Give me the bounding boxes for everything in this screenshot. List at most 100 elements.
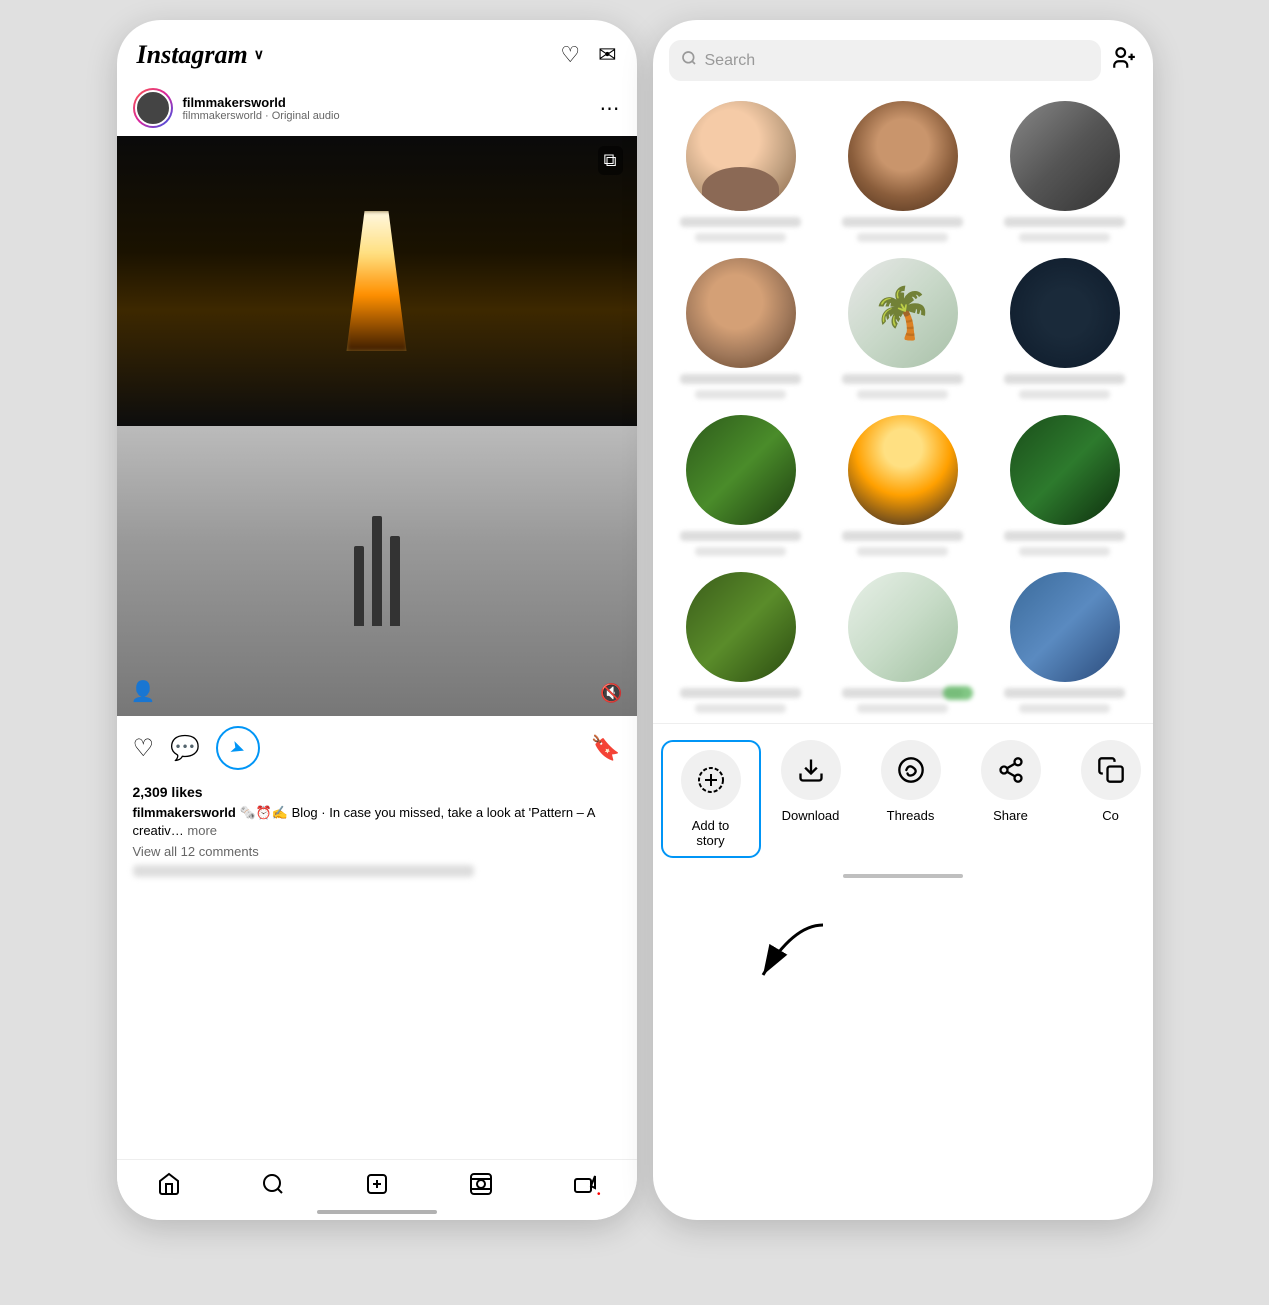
list-item[interactable] — [665, 258, 817, 399]
list-item[interactable] — [827, 572, 979, 713]
heart-button[interactable]: ♡ — [560, 42, 580, 68]
bottom-nav — [117, 1159, 637, 1220]
list-item[interactable]: 🌴 — [827, 258, 979, 399]
post-username[interactable]: filmmakersworld — [183, 95, 340, 110]
threads-icon-circle — [881, 740, 941, 800]
person-name — [842, 217, 964, 227]
ig-header: Instagram ∨ ♡ ✉ — [117, 20, 637, 80]
list-item[interactable] — [665, 101, 817, 242]
view-comments-link[interactable]: View all 12 comments — [133, 844, 621, 859]
search-icon — [681, 50, 697, 71]
person-name — [680, 688, 802, 698]
person-handle — [857, 547, 948, 556]
share-icon-circle — [981, 740, 1041, 800]
add-to-story-button[interactable]: Add tostory — [661, 740, 761, 858]
download-label: Download — [782, 808, 840, 823]
share-actions-row: Add tostory Download Threads — [653, 723, 1153, 866]
bar-2 — [372, 516, 382, 626]
copy-label: Co — [1102, 808, 1119, 823]
list-item[interactable] — [989, 258, 1141, 399]
list-item[interactable] — [989, 101, 1141, 242]
more-options-button[interactable]: ⋯ — [600, 96, 621, 121]
post-subtitle: filmmakersworld · Original audio — [183, 110, 340, 122]
comment-button[interactable]: 💬 — [170, 734, 200, 763]
person-name — [680, 217, 802, 227]
post-actions: ♡ 💬 ➤ 🔖 — [117, 716, 637, 780]
list-item[interactable] — [827, 415, 979, 556]
person-handle — [857, 390, 948, 399]
avatar-image — [135, 90, 171, 126]
avatar[interactable] — [133, 88, 173, 128]
people-grid: 🌴 — [653, 91, 1153, 723]
logo-chevron-icon[interactable]: ∨ — [254, 47, 264, 64]
nav-search-button[interactable] — [261, 1172, 285, 1196]
person-name — [842, 374, 964, 384]
bar-1 — [354, 546, 364, 626]
avatar — [848, 415, 958, 525]
person-name — [680, 374, 802, 384]
bookmark-button[interactable]: 🔖 — [591, 734, 621, 763]
share-label: Share — [993, 808, 1028, 823]
download-button[interactable]: Download — [761, 740, 861, 858]
post-image: ⧉ 👤 🔇 — [117, 136, 637, 716]
header-icons: ♡ ✉ — [560, 42, 616, 68]
list-item[interactable] — [665, 415, 817, 556]
vertical-bars — [354, 516, 400, 626]
post-image-top: ⧉ — [117, 136, 637, 426]
person-handle — [857, 704, 948, 713]
share-button[interactable]: ➤ — [216, 726, 260, 770]
like-button[interactable]: ♡ — [133, 734, 155, 763]
avatar — [686, 101, 796, 211]
nav-profile-button[interactable] — [573, 1172, 597, 1196]
avatar — [686, 415, 796, 525]
tag-person-icon[interactable]: 👤 — [131, 679, 156, 704]
share-action-button[interactable]: Share — [961, 740, 1061, 858]
copy-icon-circle — [1081, 740, 1141, 800]
avatar — [1010, 572, 1120, 682]
avatar — [686, 258, 796, 368]
instagram-logo: Instagram ∨ — [137, 40, 265, 70]
messenger-button[interactable]: ✉ — [598, 42, 616, 68]
person-name — [842, 688, 964, 698]
person-name — [842, 531, 964, 541]
person-handle — [1019, 390, 1110, 399]
threads-label: Threads — [887, 808, 935, 823]
add-to-story-icon-circle — [681, 750, 741, 810]
person-name — [1004, 531, 1126, 541]
post-info: 2,309 likes filmmakersworld 🗞️⏰✍️ Blog ·… — [117, 780, 637, 891]
list-item[interactable] — [989, 572, 1141, 713]
list-item[interactable] — [665, 572, 817, 713]
add-people-button[interactable] — [1111, 45, 1137, 77]
bar-3 — [390, 536, 400, 626]
person-name — [1004, 374, 1126, 384]
right-phone: Search 🌴 — [653, 20, 1153, 1220]
home-indicator — [317, 1210, 437, 1214]
list-item[interactable] — [827, 101, 979, 242]
threads-button[interactable]: Threads — [861, 740, 961, 858]
person-handle — [1019, 547, 1110, 556]
avatar — [1010, 258, 1120, 368]
person-handle — [695, 233, 786, 242]
person-handle — [857, 233, 948, 242]
post-user-info: filmmakersworld filmmakersworld · Origin… — [133, 88, 340, 128]
nav-reels-button[interactable] — [469, 1172, 493, 1196]
avatar — [1010, 101, 1120, 211]
post-caption: filmmakersworld 🗞️⏰✍️ Blog · In case you… — [133, 804, 621, 840]
send-icon: ➤ — [227, 736, 248, 761]
nav-add-button[interactable] — [365, 1172, 389, 1196]
search-bar[interactable]: Search — [669, 40, 1101, 81]
caption-username[interactable]: filmmakersworld — [133, 805, 236, 820]
nav-home-button[interactable] — [157, 1172, 181, 1196]
reel-icon: ⧉ — [598, 146, 623, 175]
mute-icon[interactable]: 🔇 — [600, 683, 622, 704]
more-link[interactable]: more — [187, 823, 217, 838]
post-actions-left: ♡ 💬 ➤ — [133, 726, 260, 770]
avatar — [686, 572, 796, 682]
copy-button[interactable]: Co — [1061, 740, 1153, 858]
user-text: filmmakersworld filmmakersworld · Origin… — [183, 95, 340, 122]
list-item[interactable] — [989, 415, 1141, 556]
person-handle — [695, 704, 786, 713]
person-name — [680, 531, 802, 541]
avatar: 🌴 — [848, 258, 958, 368]
light-figure — [347, 211, 407, 351]
